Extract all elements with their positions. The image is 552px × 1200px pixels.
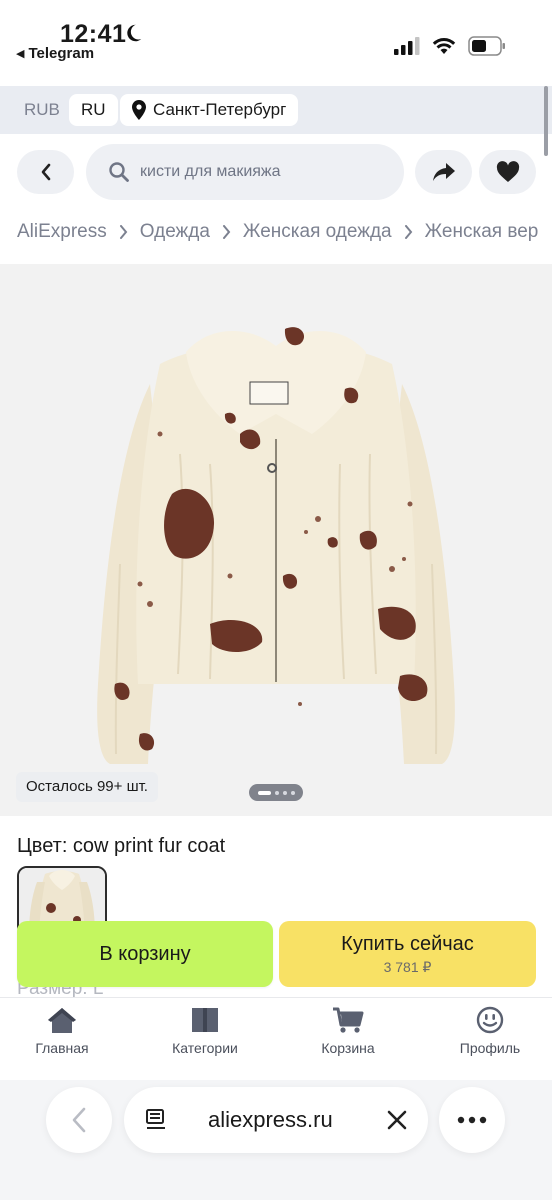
signal-icon (394, 37, 420, 55)
browser-more-button[interactable] (439, 1087, 505, 1153)
address-bar[interactable]: aliexpress.ru (124, 1087, 428, 1153)
back-button[interactable] (17, 150, 74, 194)
home-icon (48, 1008, 76, 1033)
browser-toolbar: aliexpress.ru (0, 1080, 552, 1200)
nav-item-profile[interactable]: Профиль (430, 1006, 550, 1056)
search-box[interactable] (86, 144, 404, 200)
status-icons (394, 36, 506, 56)
search-icon (109, 162, 129, 182)
browser-back-button[interactable] (46, 1087, 112, 1153)
currency-selector[interactable]: RUB (12, 94, 72, 126)
moon-icon (127, 24, 142, 42)
profile-smiley-icon (476, 1006, 504, 1034)
back-to-app-link[interactable]: ◀ Telegram (16, 45, 94, 62)
heart-icon (496, 161, 519, 182)
share-arrow-icon (432, 163, 455, 181)
nav-item-categories[interactable]: Категории (145, 1006, 265, 1056)
add-to-cart-button[interactable]: В корзину (17, 921, 273, 987)
city-label: Санкт-Петербург (153, 100, 287, 119)
search-input[interactable] (140, 163, 390, 181)
chevron-right-icon (404, 225, 413, 239)
buy-now-button[interactable]: Купить сейчас 3 781 ₽ (279, 921, 536, 987)
pagination-dot (274, 790, 279, 795)
shopping-cart-icon (333, 1007, 364, 1033)
chevron-left-icon (72, 1107, 86, 1133)
buy-now-price: 3 781 ₽ (383, 958, 432, 975)
product-gallery[interactable]: Осталось 99+ шт. (0, 264, 552, 816)
share-button[interactable] (415, 150, 472, 194)
breadcrumb-item[interactable]: Одежда (140, 221, 210, 243)
battery-icon (468, 36, 505, 56)
stock-badge: Осталось 99+ шт. (16, 772, 158, 802)
chevron-right-icon (119, 225, 128, 239)
chevron-left-icon (41, 163, 50, 181)
wifi-icon (432, 38, 456, 54)
status-bar: 12:41 ◀ Telegram (0, 0, 552, 86)
pagination-dot-active (257, 790, 271, 795)
nav-label-home: Главная (35, 1040, 89, 1056)
close-icon[interactable] (386, 1109, 408, 1131)
breadcrumb-item[interactable]: Женская вер (425, 221, 539, 243)
bottom-nav: Главная Категории Корзина Профиль (0, 997, 552, 1072)
pagination-dot (290, 790, 295, 795)
favorite-button[interactable] (479, 150, 536, 194)
language-selector[interactable]: RU (69, 94, 118, 126)
nav-item-cart[interactable]: Корзина (288, 1006, 408, 1056)
region-bar: RUB RU Санкт-Петербург (0, 86, 552, 134)
nav-label-profile: Профиль (459, 1040, 521, 1056)
gallery-pagination (249, 784, 303, 801)
back-app-label: Telegram (28, 45, 95, 62)
pagination-dot (282, 790, 287, 795)
color-label: Цвет: cow print fur coat (17, 835, 226, 857)
nav-label-cart: Корзина (321, 1040, 375, 1056)
breadcrumb-item[interactable]: AliExpress (17, 221, 107, 243)
nav-item-home[interactable]: Главная (2, 1006, 122, 1056)
nav-label-categories: Категории (172, 1040, 238, 1056)
city-selector[interactable]: Санкт-Петербург (120, 94, 299, 126)
page-menu-icon (146, 1109, 165, 1129)
chevron-right-icon (222, 225, 231, 239)
location-pin-icon (132, 100, 146, 120)
product-image-fur-coat (0, 264, 552, 816)
breadcrumb: AliExpress Одежда Женская одежда Женская… (17, 218, 552, 246)
scroll-indicator[interactable] (544, 86, 548, 156)
buy-now-label: Купить сейчас (341, 932, 474, 955)
breadcrumb-item[interactable]: Женская одежда (243, 221, 392, 243)
more-dots-icon (457, 1116, 487, 1124)
back-triangle-icon: ◀ (16, 48, 25, 60)
catalog-book-icon (192, 1008, 218, 1032)
url-text: aliexpress.ru (208, 1107, 333, 1132)
search-row (0, 144, 552, 200)
